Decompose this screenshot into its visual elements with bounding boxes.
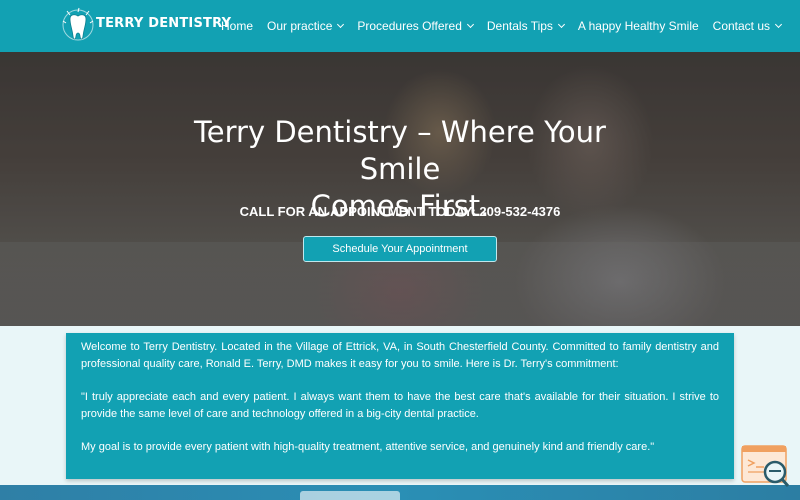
welcome-box: Welcome to Terry Dentistry. Located in t…	[66, 333, 734, 479]
site-header: TERRY DENTISTRY Home Our practice Proced…	[0, 0, 800, 52]
appointment-phone-text: CALL FOR AN APPOINTMENT TODAY: 209-532-4…	[239, 204, 561, 219]
schedule-appointment-button[interactable]: Schedule Your Appointment	[303, 236, 497, 262]
chat-search-icon	[741, 445, 790, 487]
main-nav: Home Our practice Procedures Offered Den…	[214, 0, 788, 52]
tooth-icon	[62, 7, 94, 41]
nav-item-label: A happy Healthy Smile	[577, 19, 699, 33]
nav-item-label: Dentals Tips	[486, 19, 553, 33]
next-section-heading-fragment	[300, 491, 400, 500]
goal-paragraph: My goal is to provide every patient with…	[81, 441, 655, 453]
site-logo[interactable]: TERRY DENTISTRY	[62, 6, 231, 46]
nav-item-label: Procedures Offered	[357, 19, 462, 33]
nav-item-happy-healthy-smile[interactable]: A happy Healthy Smile	[571, 19, 706, 33]
nav-item-home[interactable]: Home	[214, 19, 260, 33]
chevron-down-icon	[466, 20, 474, 29]
hero-banner: Terry Dentistry – Where Your Smile Comes…	[0, 52, 800, 326]
chevron-down-icon	[337, 20, 345, 29]
nav-item-label: Contact us	[712, 19, 771, 33]
chevron-down-icon	[774, 20, 783, 29]
nav-item-dentals-tips[interactable]: Dentals Tips	[480, 19, 571, 33]
welcome-paragraph: Welcome to Terry Dentistry. Located in t…	[81, 341, 719, 370]
commitment-quote: "I truly appreciate each and every patie…	[81, 391, 719, 420]
nav-item-label: Our practice	[267, 19, 333, 33]
next-section-strip	[0, 485, 800, 500]
nav-item-label: Home	[221, 19, 254, 33]
hero-title-line1: Terry Dentistry – Where Your Smile	[194, 115, 606, 186]
brand-name: TERRY DENTISTRY	[96, 15, 232, 31]
chat-widget-button[interactable]	[740, 444, 792, 490]
nav-item-our-practice[interactable]: Our practice	[260, 19, 350, 33]
chevron-down-icon	[557, 20, 565, 29]
nav-item-contact-us[interactable]: Contact us	[706, 19, 788, 33]
nav-item-procedures-offered[interactable]: Procedures Offered	[350, 19, 480, 33]
